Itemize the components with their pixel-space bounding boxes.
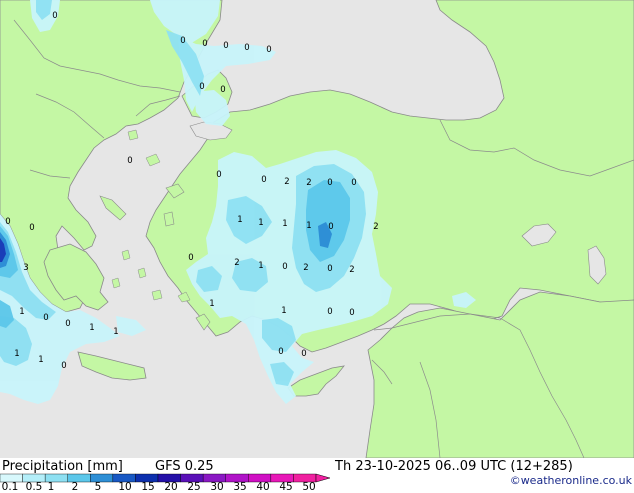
scale-label: 10 xyxy=(118,481,132,493)
point-value-label: 0 xyxy=(199,82,204,92)
title-label: Precipitation [mm] xyxy=(2,459,123,474)
precipitation-map: 0 0 0 0 0 0 0 0 0 0 0 2 2 0 0 1 1 1 1 0 2 0 0 2 1 0 2 0 2 3 0 1 1 0 0 1 0 0 1 1… xyxy=(0,0,634,458)
point-value-label: 0 xyxy=(261,175,266,185)
model-label: GFS 0.25 xyxy=(155,459,214,474)
scale-label: 0.1 xyxy=(1,481,19,493)
scale-label: 2 xyxy=(71,481,79,493)
point-value-label: 1 xyxy=(14,349,19,359)
point-value-label: 0 xyxy=(351,178,356,188)
point-value-label: 0 xyxy=(188,253,193,263)
point-value-label: 1 xyxy=(113,327,118,337)
point-value-label: 0 xyxy=(5,217,10,227)
scale-label: 35 xyxy=(233,481,247,493)
point-value-label: 1 xyxy=(258,261,263,271)
point-value-label: 0 xyxy=(180,36,185,46)
scale-label: 0.5 xyxy=(25,481,43,493)
scale-label: 20 xyxy=(164,481,178,493)
point-value-label: 1 xyxy=(258,218,263,228)
point-value-label: 0 xyxy=(349,308,354,318)
point-value-label: 1 xyxy=(237,215,242,225)
point-value-label: 2 xyxy=(306,178,311,188)
point-value-label: 0 xyxy=(43,313,48,323)
point-value-label: 1 xyxy=(89,323,94,333)
scale-label: 5 xyxy=(94,481,102,493)
scale-label: 30 xyxy=(210,481,224,493)
land-chios xyxy=(163,211,175,227)
scale-label: 45 xyxy=(279,481,293,493)
point-value-label: 0 xyxy=(202,39,207,49)
point-value-label: 2 xyxy=(349,265,354,275)
scale-arrow xyxy=(315,473,331,483)
valid-time-label: Th 23-10-2025 06..09 UTC (12+285) xyxy=(335,459,573,474)
point-value-label: 0 xyxy=(327,178,332,188)
point-value-label: 2 xyxy=(303,263,308,273)
point-value-label: 0 xyxy=(65,319,70,329)
point-value-label: 0 xyxy=(328,222,333,232)
scale-label: 50 xyxy=(302,481,316,493)
point-value-label: 2 xyxy=(373,222,378,232)
point-value-label: 1 xyxy=(19,307,24,317)
point-value-label: 1 xyxy=(306,221,311,231)
point-value-label: 0 xyxy=(282,262,287,272)
point-value-label: 0 xyxy=(327,264,332,274)
point-value-label: 2 xyxy=(284,177,289,187)
point-value-label: 0 xyxy=(29,223,34,233)
land-thasos xyxy=(127,129,139,141)
point-value-label: 0 xyxy=(301,349,306,359)
point-value-label: 0 xyxy=(244,43,249,53)
point-value-label: 0 xyxy=(61,361,66,371)
point-value-label: 1 xyxy=(38,355,43,365)
point-value-label: 0 xyxy=(52,11,57,21)
point-value-label: 3 xyxy=(23,263,28,273)
point-value-label: 0 xyxy=(220,85,225,95)
point-value-label: 0 xyxy=(216,170,221,180)
point-value-label: 2 xyxy=(234,258,239,268)
credit-link[interactable]: ©weatheronline.co.uk xyxy=(510,474,632,487)
point-value-label: 0 xyxy=(327,307,332,317)
point-value-label: 1 xyxy=(209,299,214,309)
scale-label: 15 xyxy=(141,481,155,493)
point-value-label: 0 xyxy=(266,45,271,55)
land-cyclades-4 xyxy=(151,289,163,301)
scale-label: 25 xyxy=(187,481,201,493)
point-value-label: 1 xyxy=(281,306,286,316)
point-value-label: 0 xyxy=(127,156,132,166)
scale-label: 1 xyxy=(47,481,55,493)
point-value-label: 1 xyxy=(282,219,287,229)
point-value-label: 0 xyxy=(223,41,228,51)
point-value-label: 0 xyxy=(278,347,283,357)
scale-label: 40 xyxy=(256,481,270,493)
